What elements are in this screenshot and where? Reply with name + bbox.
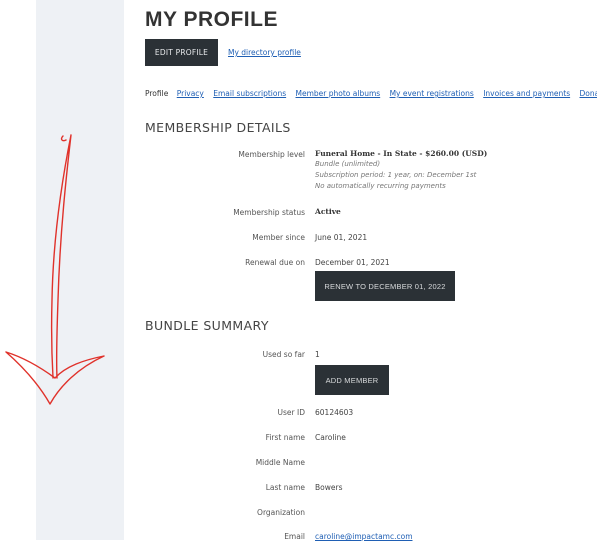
renewal-due-label: Renewal due on — [145, 258, 305, 267]
user-id-label: User ID — [145, 408, 305, 417]
member-since-label: Member since — [145, 233, 305, 242]
used-so-far-value: 1 — [315, 350, 320, 359]
tab-event-registrations[interactable]: My event registrations — [390, 89, 474, 98]
left-sidebar-panel — [36, 0, 124, 540]
tab-privacy[interactable]: Privacy — [177, 89, 204, 98]
tab-member-photo-albums[interactable]: Member photo albums — [296, 89, 381, 98]
profile-tabs: Profile Privacy Email subscriptions Memb… — [145, 89, 597, 98]
subscription-period-note: Subscription period: 1 year, on: Decembe… — [315, 171, 476, 179]
add-member-button[interactable]: ADD MEMBER — [315, 365, 389, 395]
membership-details-heading: MEMBERSHIP DETAILS — [145, 120, 291, 135]
member-since-value: June 01, 2021 — [315, 233, 367, 242]
membership-status-label: Membership status — [145, 208, 305, 217]
bundle-summary-heading: BUNDLE SUMMARY — [145, 318, 269, 333]
last-name-value: Bowers — [315, 483, 342, 492]
organization-label: Organization — [145, 508, 305, 517]
first-name-label: First name — [145, 433, 305, 442]
first-name-value: Caroline — [315, 433, 346, 442]
tab-donations[interactable]: Donations — [580, 89, 597, 98]
middle-name-label: Middle Name — [145, 458, 305, 467]
recurring-payments-note: No automatically recurring payments — [315, 182, 446, 190]
membership-level-label: Membership level — [145, 150, 305, 159]
user-id-value: 60124603 — [315, 408, 353, 417]
renew-button[interactable]: RENEW TO DECEMBER 01, 2022 — [315, 271, 455, 301]
membership-status-value: Active — [315, 207, 341, 216]
membership-bundle-note: Bundle (unlimited) — [315, 160, 380, 168]
tab-invoices-payments[interactable]: Invoices and payments — [483, 89, 570, 98]
page-title: MY PROFILE — [145, 8, 278, 32]
renewal-due-value: December 01, 2021 — [315, 258, 390, 267]
directory-profile-link[interactable]: My directory profile — [228, 48, 301, 57]
membership-level-value: Funeral Home - In State - $260.00 (USD) — [315, 149, 487, 158]
used-so-far-label: Used so far — [145, 350, 305, 359]
last-name-label: Last name — [145, 483, 305, 492]
tab-email-subscriptions[interactable]: Email subscriptions — [213, 89, 286, 98]
edit-profile-button[interactable]: EDIT PROFILE — [145, 39, 218, 66]
tab-profile: Profile — [145, 89, 168, 98]
